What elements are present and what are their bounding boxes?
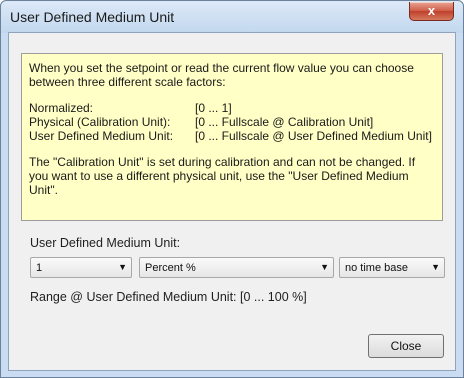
timebase-select-value: no time base: [345, 262, 408, 274]
chevron-down-icon: ▼: [320, 262, 329, 272]
unit-select[interactable]: Percent % ▼: [139, 257, 334, 278]
info-panel: When you set the setpoint or read the cu…: [21, 53, 443, 221]
window-title: User Defined Medium Unit: [10, 9, 175, 25]
factor-range: [0 ... 1]: [195, 101, 232, 115]
close-button-label: Close: [390, 339, 422, 353]
close-button[interactable]: Close: [368, 334, 444, 358]
chevron-down-icon: ▼: [118, 262, 127, 272]
scale-factor-list: Normalized: [0 ... 1] Physical (Calibrat…: [29, 101, 435, 143]
range-text: Range @ User Defined Medium Unit: [0 ...…: [30, 290, 307, 304]
factor-name: User Defined Medium Unit:: [29, 129, 174, 143]
factor-name: Physical (Calibration Unit):: [29, 115, 171, 129]
factor-range: [0 ... Fullscale @ User Defined Medium U…: [195, 129, 432, 143]
window-close-button[interactable]: x: [409, 2, 454, 21]
factor-range: [0 ... Fullscale @ Calibration Unit]: [195, 115, 374, 129]
info-intro: When you set the setpoint or read the cu…: [29, 61, 414, 89]
unit-select-value: Percent %: [145, 262, 196, 274]
chevron-down-icon: ▼: [431, 262, 440, 272]
factor-name: Normalized:: [29, 101, 94, 115]
unit-label: User Defined Medium Unit:: [30, 236, 181, 250]
close-icon: x: [427, 3, 436, 18]
title-bar[interactable]: User Defined Medium Unit x: [1, 1, 463, 33]
factor-select-value: 1: [36, 262, 43, 274]
info-note: The "Calibration Unit" is set during cal…: [29, 155, 416, 197]
factor-select[interactable]: 1 ▼: [30, 257, 132, 278]
timebase-select[interactable]: no time base ▼: [339, 257, 445, 278]
